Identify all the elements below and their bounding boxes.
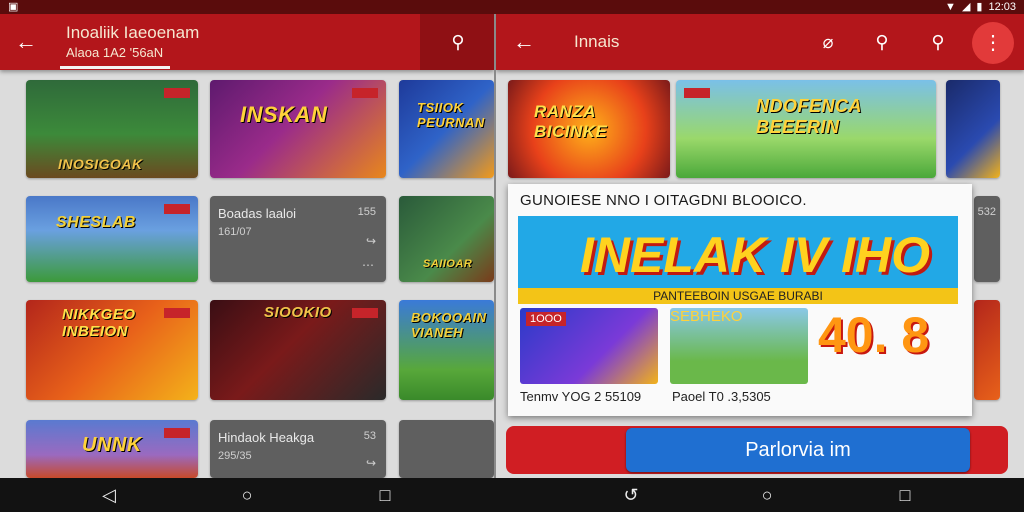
tile-label: BOKOOAIN VIANEH xyxy=(411,310,487,340)
more-icon[interactable]: ⋯ xyxy=(362,258,374,272)
zoom-icon[interactable]: ⚲ xyxy=(924,28,952,56)
system-nav-bar: ◁ ○ □ ↺ ○ □ xyxy=(0,478,1024,512)
banner-title: INELAK IV IHO xyxy=(580,227,931,283)
info-tile[interactable]: Hindaok Heakga 295/35 53 ↪ xyxy=(210,420,386,478)
recents-nav-icon[interactable]: □ xyxy=(894,484,916,506)
recents-nav-icon[interactable]: □ xyxy=(374,484,396,506)
arrow-back-icon[interactable]: ← xyxy=(12,28,40,56)
game-tile[interactable]: SIOOKIO xyxy=(210,300,386,400)
tab-indicator xyxy=(60,66,170,69)
search-area[interactable]: ⚲ xyxy=(420,14,494,70)
right-app-bar: ← Innais ⌀ ⚲ ⚲ ⋮ xyxy=(496,14,1024,70)
status-time: 12:03 xyxy=(988,0,1016,13)
promo-popup[interactable]: GUNOIESE NNO I OITAGDNI BLOOICO. INELAK … xyxy=(508,184,972,416)
back-nav-icon[interactable]: ↺ xyxy=(620,484,642,506)
popup-score: 40. 8 xyxy=(818,307,930,363)
thumb-caption: Tenmv YOG 2 55109 xyxy=(520,389,642,404)
right-pane: ← Innais ⌀ ⚲ ⚲ ⋮ RANZA BICINKE NDOFENCA … xyxy=(496,14,1024,478)
share-icon[interactable]: ↪ xyxy=(366,234,376,248)
game-tile[interactable]: NDOFENCA BEEERIN xyxy=(676,80,936,178)
notification-icon: ▣ xyxy=(8,1,19,13)
tile-label: SIOOKIO xyxy=(264,304,332,321)
status-bar: ▣ ▼ ◢ ▮ 12:03 xyxy=(0,0,1024,14)
tile-meta: 161/07 xyxy=(218,226,252,238)
badge xyxy=(352,308,378,318)
tile-label: SHESLAB xyxy=(56,214,136,231)
home-nav-icon[interactable]: ○ xyxy=(236,484,258,506)
tile-label: SAIIOAR xyxy=(423,258,473,270)
tile-name: Hindaok Heakga xyxy=(218,430,315,445)
right-title: Innais xyxy=(574,32,620,51)
game-tile[interactable]: SHESLAB xyxy=(26,196,198,282)
game-tile[interactable] xyxy=(974,300,1000,400)
game-tile[interactable]: NIKKGEO INBEION xyxy=(26,300,198,400)
placeholder-tile xyxy=(399,420,494,478)
left-title: Inoaliik Iaeoenam xyxy=(66,23,200,42)
badge xyxy=(164,204,190,214)
thumb-badge: 1OOO xyxy=(526,312,566,326)
game-tile[interactable]: BOKOOAIN VIANEH xyxy=(399,300,494,400)
tile-label: TSIIOK PEURNAN xyxy=(417,100,485,130)
left-app-bar: ← Inoaliik Iaeoenam Alaoa 1A2 '56aN ⚲ xyxy=(0,14,494,70)
home-nav-icon[interactable]: ○ xyxy=(756,484,778,506)
tag-icon[interactable]: ⌀ xyxy=(814,28,842,56)
tile-label: INOSIGOAK xyxy=(58,156,143,172)
game-tile[interactable]: RANZA BICINKE xyxy=(508,80,670,178)
popup-thumbnail[interactable]: 1OOO xyxy=(520,308,658,384)
share-icon[interactable]: ↪ xyxy=(366,456,376,470)
thumb-label: SEBHEKO xyxy=(670,308,743,325)
banner-strip: PANTEEBOIN USGAE BURABI xyxy=(518,288,958,304)
search-icon[interactable]: ⚲ xyxy=(868,28,896,56)
game-tile[interactable] xyxy=(946,80,1000,178)
battery-icon: ▮ xyxy=(976,1,983,13)
badge xyxy=(684,88,710,98)
game-tile[interactable]: SAIIOAR xyxy=(399,196,494,282)
arrow-back-icon[interactable]: ← xyxy=(510,28,538,56)
tile-count: 155 xyxy=(357,206,376,218)
left-subtitle: Alaoa 1A2 '56aN xyxy=(66,45,164,60)
tile-meta: 295/35 xyxy=(218,450,252,462)
tile-count: 53 xyxy=(363,430,376,442)
tile-label: NDOFENCA BEEERIN xyxy=(756,96,862,137)
game-tile[interactable]: UNNK xyxy=(26,420,198,478)
tile-label: INSKAN xyxy=(240,102,328,127)
primary-action-button[interactable]: Parlorvia im xyxy=(626,428,970,472)
game-tile[interactable]: INSKAN xyxy=(210,80,386,178)
popup-thumbnail[interactable]: SEBHEKO xyxy=(670,308,808,384)
tile-count: 532 xyxy=(977,206,996,218)
tile-name: Boadas laaloi xyxy=(218,206,297,221)
badge xyxy=(164,428,190,438)
back-nav-icon[interactable]: ◁ xyxy=(98,484,120,506)
badge xyxy=(352,88,378,98)
game-tile[interactable]: TSIIOK PEURNAN xyxy=(399,80,494,178)
info-tile[interactable]: 532 xyxy=(974,196,1000,282)
search-icon[interactable]: ⚲ xyxy=(444,28,472,56)
status-icons: ▼ ◢ ▮ 12:03 xyxy=(945,0,1016,14)
tile-label: RANZA BICINKE xyxy=(534,102,608,141)
tile-label: NIKKGEO INBEION xyxy=(62,306,136,340)
left-pane: ← Inoaliik Iaeoenam Alaoa 1A2 '56aN ⚲ IN… xyxy=(0,14,494,478)
overflow-menu-icon[interactable]: ⋮ xyxy=(972,22,1014,64)
game-tile[interactable]: INOSIGOAK xyxy=(26,80,198,178)
wifi-icon: ▼ xyxy=(945,0,956,13)
thumb-caption: Paoel T0 .3,5305 xyxy=(672,389,771,404)
signal-icon: ◢ xyxy=(961,1,971,13)
info-tile[interactable]: Boadas laaloi 161/07 155 ↪ ⋯ xyxy=(210,196,386,282)
popup-headline: GUNOIESE NNO I OITAGDNI BLOOICO. xyxy=(520,192,807,209)
badge xyxy=(164,88,190,98)
tile-label: UNNK xyxy=(82,434,142,456)
